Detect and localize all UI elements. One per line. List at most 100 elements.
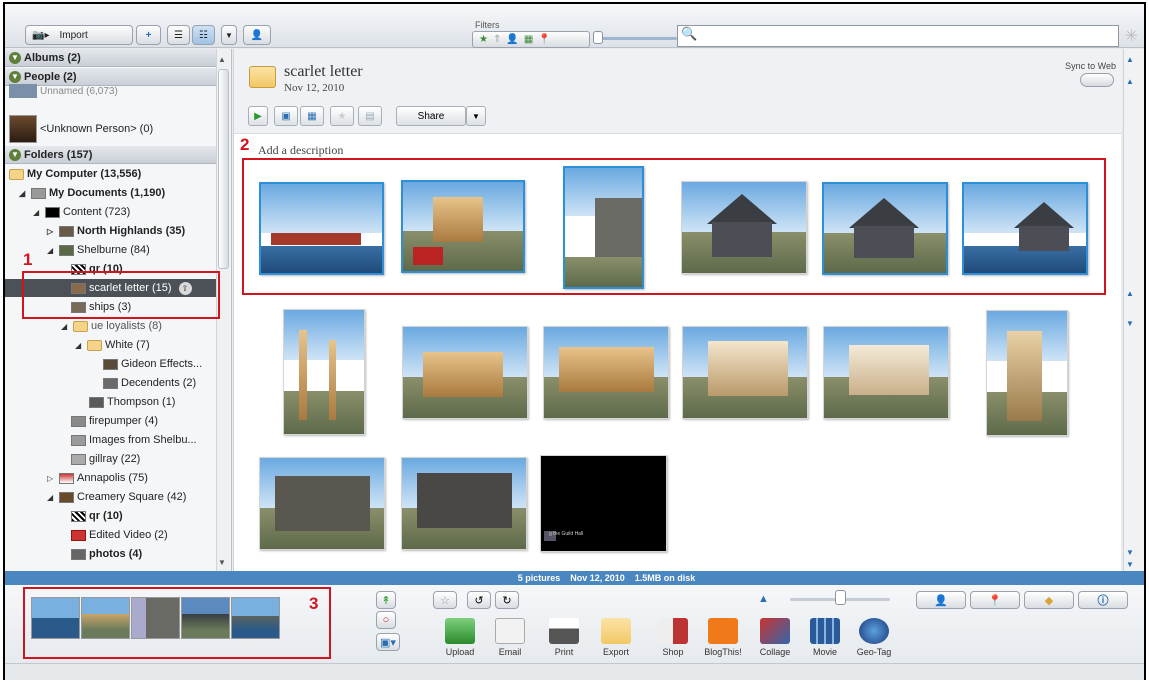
thumbnail-size-knob[interactable]: [835, 590, 846, 605]
email-tool[interactable]: Email: [487, 618, 533, 657]
print-tool[interactable]: Print: [541, 618, 587, 657]
date-filter-slider[interactable]: [597, 37, 677, 40]
info-icon: ⓘ: [1097, 595, 1109, 607]
filters-label: Filters: [475, 20, 500, 30]
tree-item-images-from-shelburne[interactable]: Images from Shelbu...: [71, 431, 197, 449]
search-input[interactable]: [677, 25, 1119, 47]
map-pin-icon: 📍: [988, 594, 1002, 607]
annotation-number: 1: [23, 250, 33, 269]
scroll-down-icon[interactable]: ▼: [1126, 548, 1134, 557]
view-dropdown-button[interactable]: ▼: [221, 25, 237, 45]
star-filter-icon[interactable]: ★: [479, 34, 488, 45]
photo-thumbnail[interactable]: [682, 326, 808, 419]
albums-section-header[interactable]: ▼ Albums (2): [5, 49, 216, 67]
folders-section-header[interactable]: ▼ Folders (157): [5, 146, 216, 164]
scroll-down-icon[interactable]: ▼: [1126, 560, 1134, 569]
scroll-up-icon[interactable]: ▲: [1126, 55, 1134, 64]
top-toolbar: 📷▸ Import + ☰ ☷ ▼ 👤 Filters ★ ⇑ 👤 ▦ 📍 🔍 …: [5, 4, 1144, 48]
tag-icon: ◆: [1044, 594, 1054, 607]
photo-thumbnail[interactable]: [823, 326, 949, 419]
folder-thumb-icon: [59, 472, 74, 484]
album-title[interactable]: scarlet letter: [284, 63, 363, 81]
expand-arrow-icon: ◢: [47, 492, 54, 502]
tree-item-content[interactable]: ◢ Content (723): [33, 203, 130, 221]
people-panel-button[interactable]: 👤: [916, 591, 966, 609]
places-panel-button[interactable]: 📍: [970, 591, 1020, 609]
scroll-down-icon[interactable]: ▼: [218, 558, 226, 567]
tree-item-my-documents[interactable]: ◢ My Documents (1,190): [19, 184, 165, 202]
photo-thumbnail[interactable]: [543, 326, 669, 419]
people-disabled-button[interactable]: 👤: [243, 25, 271, 45]
tree-item-gillray[interactable]: gillray (22): [71, 450, 140, 468]
collage-tool[interactable]: Collage: [752, 618, 798, 657]
movie-filter-icon[interactable]: ▦: [524, 34, 533, 45]
photo-thumbnail[interactable]: [402, 326, 528, 419]
geotag-tool[interactable]: Geo-Tag: [851, 618, 897, 657]
tree-item-shelburne[interactable]: ◢ Shelburne (84): [47, 241, 150, 259]
info-panel-button[interactable]: ⓘ: [1078, 591, 1128, 609]
shop-tool[interactable]: Shop: [650, 618, 696, 657]
small-list-view-button[interactable]: ☰: [167, 25, 190, 45]
tags-panel-button[interactable]: ◆: [1024, 591, 1074, 609]
upload-filter-icon[interactable]: ⇑: [493, 34, 501, 45]
main-scrollbar[interactable]: ▲ ▲ ▲ ▼ ▼ ▼: [1123, 49, 1144, 571]
scroll-down-icon[interactable]: ▼: [1126, 319, 1134, 328]
tree-item-creamery-square[interactable]: ◢ Creamery Square (42): [47, 488, 186, 506]
sync-to-web-toggle[interactable]: [1080, 73, 1114, 87]
tree-item-ue-loyalists[interactable]: ◢ ue loyalists (8): [61, 317, 162, 335]
unnamed-people-item[interactable]: Unnamed (6,073): [9, 84, 118, 98]
export-tool[interactable]: Export: [593, 618, 639, 657]
add-description-field[interactable]: Add a description: [258, 143, 343, 158]
tree-item-firepumper[interactable]: firepumper (4): [71, 412, 158, 430]
tree-view-button[interactable]: ☷: [192, 25, 215, 45]
scroll-up-icon[interactable]: ▲: [1126, 289, 1134, 298]
date-filter-slider-knob[interactable]: [593, 31, 603, 44]
share-dropdown-button[interactable]: ▼: [466, 106, 486, 126]
add-to-button[interactable]: ▣▾: [376, 633, 400, 651]
tree-item-white[interactable]: ◢ White (7): [75, 336, 150, 354]
clear-button[interactable]: ○: [376, 611, 396, 629]
rotate-left-button[interactable]: ↺: [467, 591, 491, 609]
tree-item-edited-video[interactable]: Edited Video (2): [71, 526, 168, 544]
album-date[interactable]: Nov 12, 2010: [284, 82, 344, 94]
collapsed-arrow-icon: ▷: [47, 473, 54, 483]
tree-item-thompson[interactable]: Thompson (1): [89, 393, 175, 411]
tree-item-photos[interactable]: photos (4): [71, 545, 142, 563]
save-button[interactable]: ▤: [358, 106, 382, 126]
collage-button[interactable]: ▦: [300, 106, 324, 126]
star-icon: ★: [337, 110, 347, 122]
sidebar-scroll-thumb[interactable]: [218, 69, 229, 269]
folder-thumb-icon: [103, 377, 118, 389]
photo-thumbnail[interactable]: [986, 310, 1068, 436]
unknown-person-item[interactable]: <Unknown Person> (0): [9, 114, 153, 144]
email-button[interactable]: ▣: [274, 106, 298, 126]
movie-tool[interactable]: Movie: [802, 618, 848, 657]
tree-item-my-computer[interactable]: My Computer (13,556): [9, 165, 141, 183]
share-button[interactable]: Share: [396, 106, 466, 126]
rotate-right-button[interactable]: ↻: [495, 591, 519, 609]
upload-tool[interactable]: Upload: [437, 618, 483, 657]
video-thumbnail[interactable]: g the Guild Hall: [540, 455, 667, 552]
collapse-icon: ▼: [9, 70, 21, 83]
star-button[interactable]: ★: [330, 106, 354, 126]
photo-thumbnail[interactable]: [259, 457, 385, 550]
play-slideshow-button[interactable]: ▶: [248, 106, 268, 126]
scroll-up-icon[interactable]: ▲: [1126, 77, 1134, 86]
tree-item-annapolis[interactable]: ▷ Annapolis (75): [47, 469, 148, 487]
scroll-up-icon[interactable]: ▲: [218, 55, 226, 64]
geotag-filter-icon[interactable]: 📍: [538, 34, 550, 45]
globe-icon: [859, 618, 889, 644]
folder-thumb-icon: [71, 415, 86, 427]
tree-item-decendents[interactable]: Decendents (2): [103, 374, 196, 392]
import-button[interactable]: 📷▸ Import: [25, 25, 133, 45]
tree-item-north-highlands[interactable]: ▷ North Highlands (35): [47, 222, 185, 240]
star-tray-button[interactable]: ☆: [433, 591, 457, 609]
add-to-album-button[interactable]: +: [136, 25, 161, 45]
tree-item-gideon-effects[interactable]: Gideon Effects...: [103, 355, 202, 373]
hold-button[interactable]: ↟: [376, 591, 396, 609]
face-filter-icon[interactable]: 👤: [506, 34, 518, 45]
photo-thumbnail[interactable]: [283, 309, 365, 435]
blogthis-tool[interactable]: BlogThis!: [700, 618, 746, 657]
tree-item-qr-2[interactable]: qr (10): [71, 507, 123, 525]
photo-thumbnail[interactable]: [401, 457, 527, 550]
